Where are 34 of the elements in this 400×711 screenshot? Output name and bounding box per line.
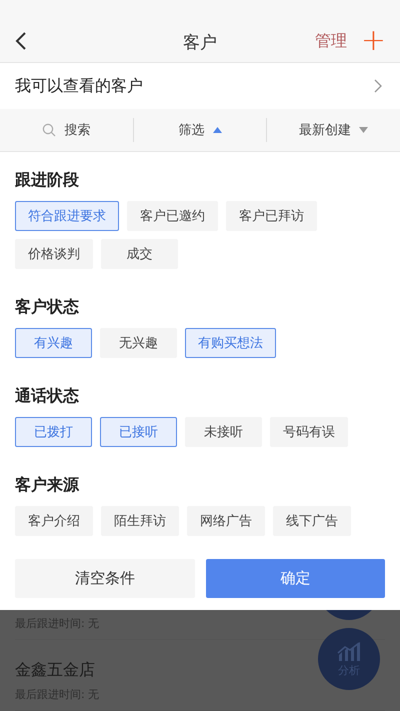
page-title: 客户 xyxy=(183,32,217,54)
section-title: 通话状态 xyxy=(15,386,80,407)
filter-chip[interactable]: 客户已邀约 xyxy=(127,201,218,231)
section-title: 跟进阶段 xyxy=(15,170,80,191)
filter-chip[interactable]: 有购买想法 xyxy=(185,328,276,358)
filter-chip[interactable]: 已接听 xyxy=(100,417,177,447)
filter-chip[interactable]: 无兴趣 xyxy=(100,328,177,358)
section-title: 客户状态 xyxy=(15,297,80,318)
scope-label: 我可以查看的客户 xyxy=(15,76,143,96)
filter-chip[interactable]: 符合跟进要求 xyxy=(15,201,119,231)
filter-chip[interactable]: 客户介绍 xyxy=(15,506,93,536)
filter-chip[interactable]: 线下广告 xyxy=(273,506,351,536)
filter-chip[interactable]: 网络广告 xyxy=(187,506,265,536)
search-icon xyxy=(42,123,56,137)
filter-chip[interactable]: 号码有误 xyxy=(270,417,348,447)
sort-tab[interactable]: 最新创建 xyxy=(267,109,400,151)
clear-button[interactable]: 清空条件 xyxy=(15,559,194,598)
filter-chip[interactable]: 有兴趣 xyxy=(15,328,92,358)
confirm-button[interactable]: 确定 xyxy=(206,559,385,598)
search-button[interactable]: 搜索 xyxy=(0,109,133,151)
filter-tab[interactable]: 筛选 xyxy=(134,109,266,151)
scope-row[interactable]: 我可以查看的客户 xyxy=(0,63,400,109)
back-icon xyxy=(15,31,27,51)
customer-name: 金鑫五金店 xyxy=(15,660,95,681)
filter-chip[interactable]: 已拨打 xyxy=(15,417,92,447)
manage-button[interactable]: 管理 xyxy=(314,30,347,52)
filter-chip[interactable]: 成交 xyxy=(101,239,178,269)
filter-chip[interactable]: 客户已拜访 xyxy=(226,201,317,231)
section-title: 客户来源 xyxy=(15,475,80,496)
filter-chip[interactable]: 未接听 xyxy=(185,417,262,447)
filter-chip[interactable]: 价格谈判 xyxy=(15,239,93,269)
chevron-right-icon xyxy=(374,79,382,93)
chart-icon xyxy=(337,640,361,660)
filter-chip[interactable]: 陌生拜访 xyxy=(101,506,179,536)
